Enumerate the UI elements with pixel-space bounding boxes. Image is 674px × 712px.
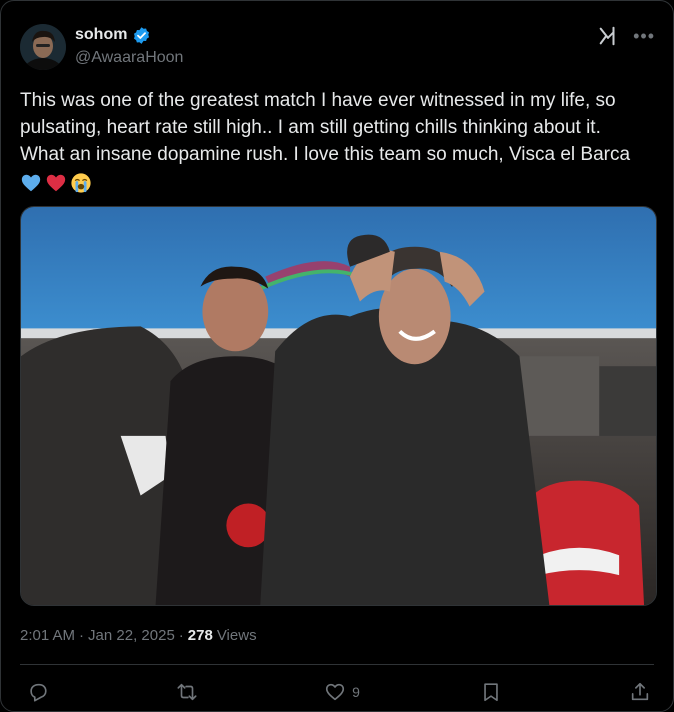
- views-count[interactable]: 278: [188, 627, 213, 644]
- reply-icon: [27, 681, 49, 703]
- retweet-icon: [176, 681, 198, 703]
- share-button[interactable]: [629, 681, 651, 703]
- grok-icon[interactable]: [597, 25, 619, 47]
- bookmark-icon: [480, 681, 502, 703]
- loudly-crying-face-icon: [70, 172, 92, 194]
- avatar[interactable]: [20, 24, 66, 70]
- like-count: 9: [352, 684, 360, 700]
- reply-button[interactable]: [27, 681, 55, 703]
- tweet-card: sohom @AwaaraHoon ••• This was one of th…: [0, 0, 674, 712]
- tweet-body: This was one of the greatest match I hav…: [20, 90, 636, 165]
- meta-separator: ·: [178, 627, 184, 644]
- divider: [20, 664, 654, 665]
- red-heart-icon: [45, 172, 67, 194]
- tweet-meta: 2:01 AM · Jan 22, 2025 · 278 Views: [20, 627, 257, 644]
- author-name-row: sohom: [75, 25, 151, 45]
- emoji-row: [20, 172, 92, 194]
- blue-heart-icon: [20, 172, 42, 194]
- top-actions: •••: [597, 25, 655, 47]
- bookmark-button[interactable]: [480, 681, 508, 703]
- share-icon: [629, 681, 651, 703]
- more-icon[interactable]: •••: [633, 27, 655, 45]
- action-bar: 9: [27, 679, 651, 705]
- views-label: Views: [216, 627, 257, 644]
- tweet-media-image[interactable]: [20, 206, 657, 606]
- author-display-name[interactable]: sohom: [75, 26, 127, 44]
- heart-icon: [324, 681, 346, 703]
- tweet-date[interactable]: Jan 22, 2025: [88, 627, 175, 644]
- tweet-text: This was one of the greatest match I hav…: [20, 87, 650, 195]
- tweet-time[interactable]: 2:01 AM: [20, 627, 75, 644]
- verified-badge-icon: [132, 26, 151, 45]
- retweet-button[interactable]: [176, 681, 204, 703]
- author-handle[interactable]: @AwaaraHoon: [75, 49, 183, 67]
- meta-separator: ·: [79, 627, 85, 644]
- like-button[interactable]: 9: [324, 681, 360, 703]
